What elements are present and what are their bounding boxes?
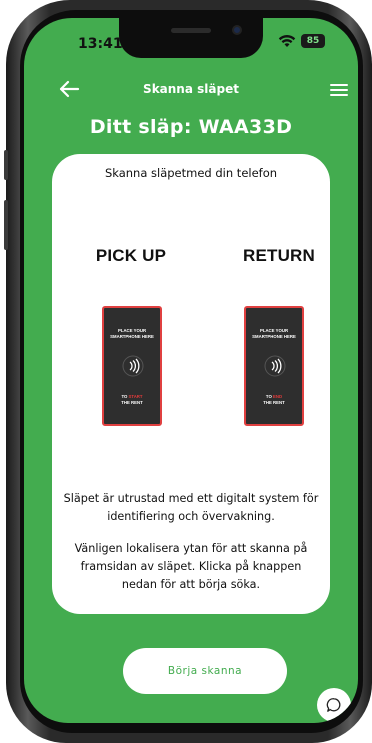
hamburger-menu-icon[interactable]	[329, 82, 349, 98]
scan-info-card: Skanna släpetmed din telefon PICK UP RET…	[52, 154, 330, 614]
pickup-reader-image: PLACE YOUR SMARTPHONE HERE TO START THE …	[102, 306, 162, 426]
page-title: Ditt släp: WAA33D	[89, 116, 293, 138]
header-title: Skanna släpet	[143, 82, 239, 96]
side-button	[4, 150, 8, 180]
chat-bubble-icon	[326, 698, 341, 712]
notch	[119, 18, 263, 58]
front-camera	[232, 25, 242, 35]
system-description: Släpet är utrustad med ett digitalt syst…	[63, 492, 319, 523]
app-screen: 13:41 85 Skanna släpet Ditt släp: WAA33D…	[24, 18, 358, 723]
return-title: RETURN	[242, 246, 316, 265]
reader-action: TO END THE RENT	[246, 394, 302, 405]
reader-prefix: TO	[121, 394, 128, 399]
return-reader-image: PLACE YOUR SMARTPHONE HERE TO END THE RE…	[244, 306, 304, 426]
card-heading: Skanna släpetmed din telefon	[104, 166, 278, 180]
start-scan-button[interactable]: Börja skanna	[123, 648, 287, 694]
battery-icon: 85	[301, 34, 325, 48]
reader-suffix: THE RENT	[263, 399, 285, 405]
reader-action: TO START THE RENT	[104, 394, 160, 405]
battery-level: 85	[306, 36, 320, 46]
reader-highlight: START	[128, 394, 143, 399]
speaker-grille	[171, 28, 211, 33]
reader-prefix: TO	[265, 394, 272, 399]
reader-instruction: PLACE YOUR SMARTPHONE HERE	[110, 328, 154, 339]
status-indicators: 85	[278, 34, 325, 48]
reader-suffix: THE RENT	[121, 399, 143, 405]
chat-button[interactable]	[317, 688, 351, 722]
status-time: 13:41	[78, 36, 123, 52]
scan-instructions: Vänligen lokalisera ytan för att skanna …	[74, 542, 308, 591]
reader-instruction: PLACE YOUR SMARTPHONE HERE	[252, 328, 296, 339]
wifi-icon	[278, 35, 296, 47]
nfc-icon	[264, 355, 286, 377]
reader-highlight: END	[273, 394, 283, 399]
side-button	[4, 200, 8, 250]
nfc-icon	[122, 355, 144, 377]
pickup-title: PICK UP	[95, 246, 167, 265]
